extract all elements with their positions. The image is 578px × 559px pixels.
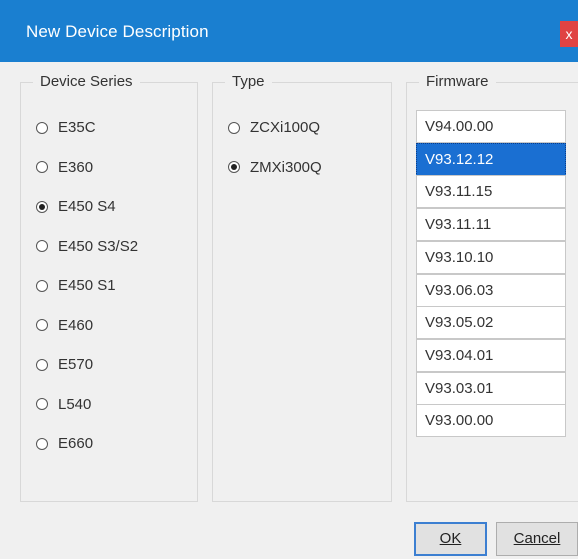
type-option-zmxi300q[interactable]: ZMXi300Q bbox=[228, 159, 322, 176]
firmware-item[interactable]: V94.00.00 bbox=[416, 110, 566, 143]
firmware-item[interactable]: V93.06.03 bbox=[416, 273, 566, 307]
radio-label: E450 S3/S2 bbox=[58, 237, 139, 255]
radio-button[interactable] bbox=[36, 161, 48, 173]
device-series-option-e35c[interactable]: E35C bbox=[36, 119, 96, 136]
close-button[interactable]: x bbox=[560, 21, 578, 47]
radio-button[interactable] bbox=[36, 200, 48, 213]
radio-label: E570 bbox=[58, 356, 94, 373]
radio-button[interactable] bbox=[36, 319, 48, 331]
firmware-item[interactable]: V93.00.00 bbox=[416, 404, 566, 438]
radio-button[interactable] bbox=[228, 121, 240, 134]
type-option-zcxi100q[interactable]: ZCXi100Q bbox=[228, 119, 320, 136]
radio-label: E660 bbox=[58, 435, 94, 452]
radio-button[interactable] bbox=[36, 240, 48, 252]
firmware-list[interactable]: V94.00.00 V93.12.12 V93.11.15 V93.11.11 V93.… bbox=[416, 110, 570, 440]
radio-button[interactable] bbox=[36, 279, 48, 292]
radio-label: ZMXi300Q bbox=[250, 158, 322, 176]
radio-label: E450 S1 bbox=[58, 277, 116, 294]
radio-label: L540 bbox=[58, 395, 92, 413]
radio-button[interactable] bbox=[228, 161, 240, 173]
title-bar[interactable]: New Device Description x bbox=[0, 0, 578, 62]
radio-button[interactable] bbox=[36, 358, 48, 371]
device-series-option-e450-s4[interactable]: E450 S4 bbox=[36, 198, 116, 215]
device-series-option-e450-s1[interactable]: E450 S1 bbox=[36, 277, 116, 294]
radio-label: E35C bbox=[58, 119, 96, 136]
firmware-item[interactable]: V93.05.02 bbox=[416, 306, 566, 340]
cancel-button[interactable]: Cancel bbox=[496, 522, 578, 556]
device-series-option-e450-s3-s2[interactable]: E450 S3/S2 bbox=[36, 238, 138, 255]
ok-button-label: OK bbox=[439, 530, 462, 547]
radio-button[interactable] bbox=[36, 437, 48, 450]
ok-button[interactable]: OK bbox=[414, 522, 487, 556]
cancel-button-label: Cancel bbox=[513, 530, 561, 547]
type-label: Type bbox=[225, 73, 272, 90]
radio-button[interactable] bbox=[36, 121, 48, 134]
radio-label: E450 S4 bbox=[58, 198, 116, 215]
firmware-item[interactable]: V93.10.10 bbox=[416, 240, 566, 274]
firmware-item[interactable]: V93.11.15 bbox=[416, 175, 566, 209]
radio-label: E360 bbox=[58, 158, 94, 176]
radio-label: ZCXi100Q bbox=[250, 119, 321, 136]
window-title: New Device Description bbox=[26, 22, 209, 41]
device-series-option-e360[interactable]: E360 bbox=[36, 159, 93, 176]
type-group: Type bbox=[212, 73, 392, 502]
device-series-label: Device Series bbox=[33, 73, 140, 90]
firmware-label: Firmware bbox=[419, 73, 496, 90]
radio-button[interactable] bbox=[36, 398, 48, 410]
radio-label: E460 bbox=[58, 316, 94, 334]
device-series-option-e660[interactable]: E660 bbox=[36, 435, 93, 452]
device-series-option-l540[interactable]: L540 bbox=[36, 396, 91, 413]
firmware-item[interactable]: V93.04.01 bbox=[416, 338, 566, 372]
device-series-option-e460[interactable]: E460 bbox=[36, 317, 93, 334]
firmware-item[interactable]: V93.03.01 bbox=[416, 371, 566, 405]
firmware-item[interactable]: V93.12.12 bbox=[416, 142, 566, 176]
device-series-option-e570[interactable]: E570 bbox=[36, 356, 93, 373]
firmware-item[interactable]: V93.11.11 bbox=[416, 208, 566, 242]
